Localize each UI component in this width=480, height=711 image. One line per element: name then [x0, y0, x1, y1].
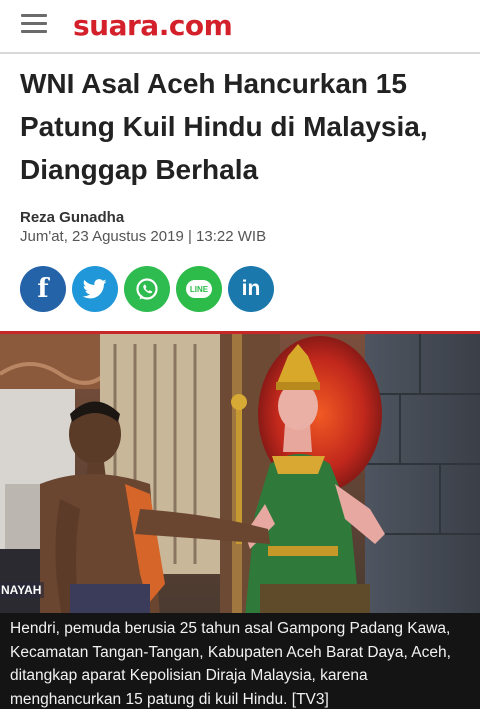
linkedin-share-button[interactable]: in: [228, 266, 274, 312]
photo-watermark: NAYAH: [0, 582, 45, 598]
facebook-share-button[interactable]: f: [20, 266, 66, 312]
whatsapp-icon: [136, 278, 158, 300]
article-photo[interactable]: NAYAH: [0, 331, 480, 616]
article-author[interactable]: Reza Gunadha: [20, 209, 124, 226]
facebook-icon: f: [37, 274, 49, 304]
article-date: Jum'at, 23 Agustus 2019 | 13:22 WIB: [20, 228, 267, 245]
whatsapp-share-button[interactable]: [124, 266, 170, 312]
twitter-share-button[interactable]: [72, 266, 118, 312]
line-share-button[interactable]: LINE: [176, 266, 222, 312]
site-logo[interactable]: suara.com: [73, 9, 233, 42]
linkedin-icon: in: [241, 277, 261, 300]
article-title: WNI Asal Aceh Hancurkan 15 Patung Kuil H…: [20, 68, 428, 185]
line-icon: LINE: [186, 280, 212, 298]
site-header: suara.com: [0, 0, 480, 54]
hamburger-menu-icon[interactable]: [21, 14, 47, 36]
photo-caption: Hendri, pemuda berusia 25 tahun asal Gam…: [0, 613, 480, 709]
twitter-icon: [83, 279, 107, 299]
news-photo-illustration: [0, 334, 480, 616]
